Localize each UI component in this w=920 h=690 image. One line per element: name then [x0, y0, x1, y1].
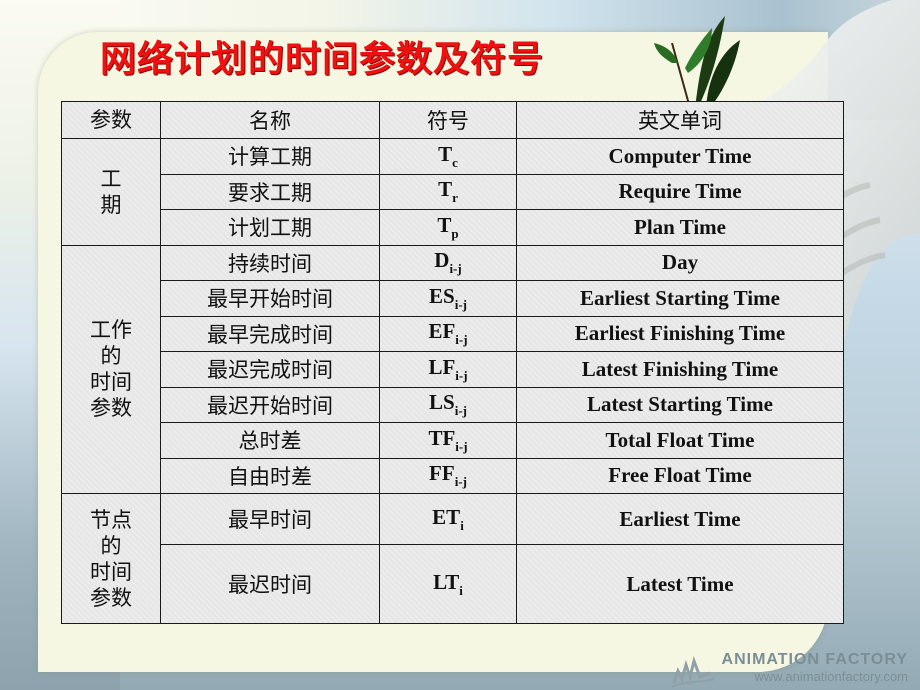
param-name: 最早时间	[160, 493, 380, 545]
symbol-subscript: i-j	[454, 403, 467, 419]
symbol-subscript: i-j	[454, 296, 467, 312]
param-english: Plan Time	[516, 209, 844, 246]
param-english: Computer Time	[516, 138, 844, 175]
param-name: 计算工期	[160, 138, 380, 175]
param-symbol: Di-j	[379, 244, 517, 281]
param-name: 最迟开始时间	[160, 386, 380, 423]
table-row: 最早完成时间 EFi-j Earliest Finishing Time	[62, 315, 844, 352]
symbol-main: T	[438, 141, 453, 166]
header-symbol: 符号	[379, 101, 517, 139]
param-symbol: ETi	[379, 493, 517, 545]
symbol-subscript: i-j	[449, 261, 462, 277]
symbol-main: T	[437, 212, 452, 237]
table-header-row: 参数 名称 符号 英文单词	[61, 101, 844, 139]
table-row: 节点 的 时间 参数 最早时间 ETi Earliest Time	[61, 493, 844, 624]
header-parameter: 参数	[61, 101, 161, 139]
factory-logo-icon	[671, 655, 714, 688]
header-english: 英文单词	[516, 101, 844, 139]
table-row: 自由时差 FFi-j Free Float Time	[62, 457, 844, 494]
symbol-subscript: i-j	[455, 332, 468, 348]
table-row: 最迟时间 LTi Latest Time	[62, 544, 844, 624]
symbol-subscript: i-j	[455, 367, 468, 383]
param-symbol: TFi-j	[379, 422, 517, 459]
table-row: 工 期计算工期 Tc Computer Time	[61, 138, 844, 246]
symbol-main: EF	[428, 319, 456, 344]
symbol-main: LT	[433, 569, 460, 594]
param-symbol: FFi-j	[379, 457, 517, 494]
param-english: Require Time	[516, 173, 844, 210]
param-name: 要求工期	[160, 173, 380, 210]
olive-branch-icon	[654, 16, 740, 108]
param-english: Day	[516, 244, 844, 281]
header-name: 名称	[160, 101, 380, 139]
param-symbol: LTi	[379, 544, 517, 624]
param-english: Total Float Time	[516, 422, 844, 459]
param-english: Earliest Time	[516, 493, 844, 545]
param-name: 最早开始时间	[160, 280, 380, 317]
param-symbol: Tc	[379, 138, 517, 175]
symbol-subscript: p	[451, 225, 459, 241]
table-row: 要求工期 Tr Require Time	[62, 173, 844, 210]
param-symbol: LSi-j	[379, 386, 517, 423]
symbol-subscript: i-j	[455, 438, 468, 454]
symbol-main: T	[438, 177, 453, 202]
param-name: 持续时间	[160, 244, 380, 281]
table-row: 计划工期 Tp Plan Time	[62, 209, 844, 246]
param-english: Latest Starting Time	[516, 386, 844, 423]
symbol-subscript: i-j	[454, 474, 467, 490]
param-english: Latest Time	[516, 544, 844, 624]
param-english: Free Float Time	[516, 457, 844, 494]
param-symbol: EFi-j	[379, 315, 517, 352]
param-symbol: LFi-j	[379, 351, 517, 388]
parameters-table: 参数 名称 符号 英文单词 工 期计算工期 Tc Computer Time 要求工期…	[61, 101, 844, 624]
symbol-main: TF	[428, 425, 456, 450]
watermark-url: www.animationfactory.com	[754, 669, 908, 684]
param-english: Earliest Finishing Time	[516, 315, 844, 352]
param-symbol: ESi-j	[379, 280, 517, 317]
symbol-subscript: c	[452, 154, 458, 170]
param-name: 最早完成时间	[160, 315, 380, 352]
group-label: 节点 的 时间 参数	[61, 493, 161, 624]
param-symbol: Tp	[379, 209, 517, 246]
symbol-subscript: r	[452, 190, 458, 206]
param-symbol: Tr	[379, 173, 517, 210]
slide-title: 网络计划的时间参数及符号	[100, 39, 545, 80]
symbol-main: LF	[428, 354, 456, 379]
param-name: 总时差	[160, 422, 380, 459]
symbol-main: LS	[429, 390, 455, 415]
table-row: 工作 的 时间 参数 持续时间 Di-j Day	[61, 244, 844, 494]
symbol-main: FF	[429, 461, 455, 486]
watermark: ANIMATION FACTORY www.animationfactory.c…	[671, 651, 908, 688]
param-name: 自由时差	[160, 457, 380, 494]
watermark-brand: ANIMATION FACTORY	[721, 651, 908, 668]
table-row: 最迟完成时间 LFi-j Latest Finishing Time	[62, 351, 844, 388]
param-english: Latest Finishing Time	[516, 351, 844, 388]
symbol-main: D	[434, 248, 450, 273]
group-label: 工作 的 时间 参数	[61, 244, 161, 494]
table-row: 最早开始时间 ESi-j Earliest Starting Time	[62, 280, 844, 317]
param-english: Earliest Starting Time	[516, 280, 844, 317]
symbol-subscript: i	[459, 582, 463, 598]
symbol-main: ES	[429, 283, 455, 308]
symbol-main: ET	[432, 504, 461, 529]
symbol-subscript: i	[460, 517, 464, 533]
table-row: 最迟开始时间 LSi-j Latest Starting Time	[62, 386, 844, 423]
group-label: 工 期	[61, 138, 161, 246]
table-row: 总时差 TFi-j Total Float Time	[62, 422, 844, 459]
param-name: 最迟完成时间	[160, 351, 380, 388]
param-name: 最迟时间	[160, 544, 380, 624]
param-name: 计划工期	[160, 209, 380, 246]
